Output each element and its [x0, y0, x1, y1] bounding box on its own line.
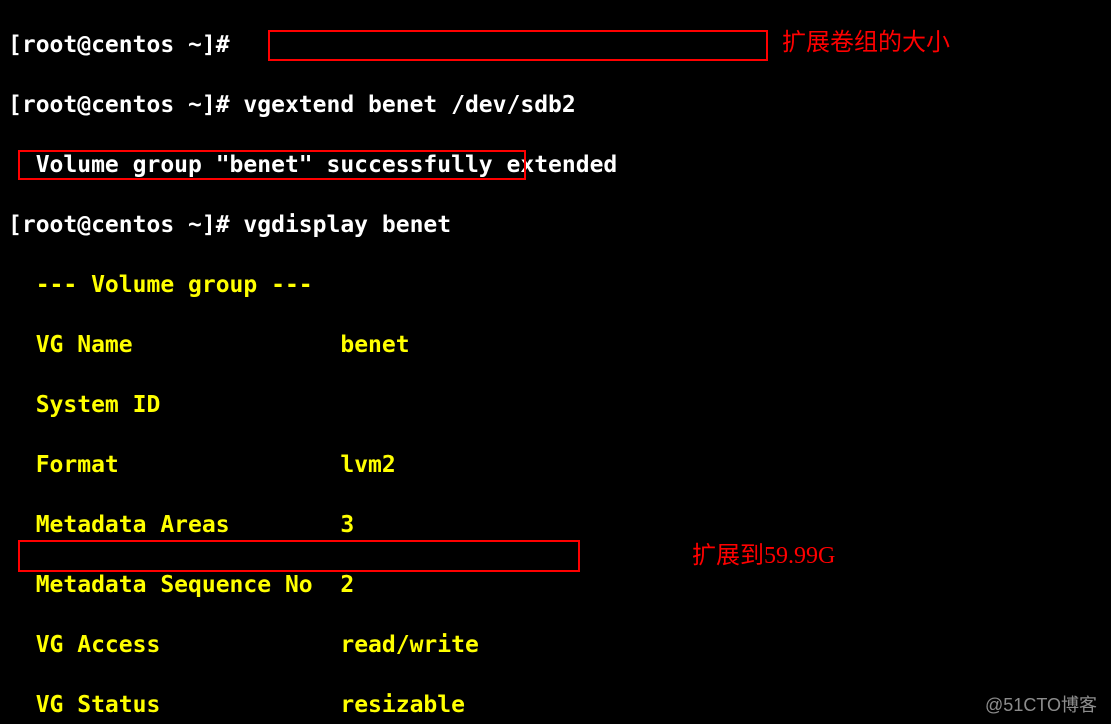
- field-vgstatus-v: resizable: [340, 692, 465, 718]
- field-systemid-k: System ID: [8, 392, 340, 418]
- highlight-box-vgsize: [18, 540, 580, 572]
- prompt: [root@centos ~]#: [8, 32, 243, 58]
- field-vgaccess-k: VG Access: [8, 632, 340, 658]
- field-vgaccess-v: read/write: [340, 632, 478, 658]
- vg-header: --- Volume group ---: [8, 272, 313, 298]
- field-vgname-v: benet: [340, 332, 409, 358]
- prompt: [root@centos ~]#: [8, 92, 243, 118]
- field-mdseq-v: 2: [340, 572, 354, 598]
- annotation-label-2: 扩展到59.99G: [692, 541, 835, 571]
- watermark: @51CTO博客: [985, 690, 1097, 720]
- prompt: [root@centos ~]#: [8, 212, 243, 238]
- terminal-output: [root@centos ~]# [root@centos ~]# vgexte…: [8, 0, 797, 724]
- field-mdareas-v: 3: [340, 512, 354, 538]
- command-vgextend: vgextend benet /dev/sdb2: [243, 92, 575, 118]
- field-format-k: Format: [8, 452, 340, 478]
- annotation-label-1: 扩展卷组的大小: [782, 28, 950, 58]
- field-mdseq-k: Metadata Sequence No: [8, 572, 340, 598]
- command-vgdisplay: vgdisplay benet: [243, 212, 451, 238]
- field-format-v: lvm2: [340, 452, 395, 478]
- highlight-box-command: [268, 30, 768, 61]
- field-vgname-k: VG Name: [8, 332, 340, 358]
- highlight-box-vgname: [18, 150, 526, 180]
- field-vgstatus-k: VG Status: [8, 692, 340, 718]
- field-mdareas-k: Metadata Areas: [8, 512, 340, 538]
